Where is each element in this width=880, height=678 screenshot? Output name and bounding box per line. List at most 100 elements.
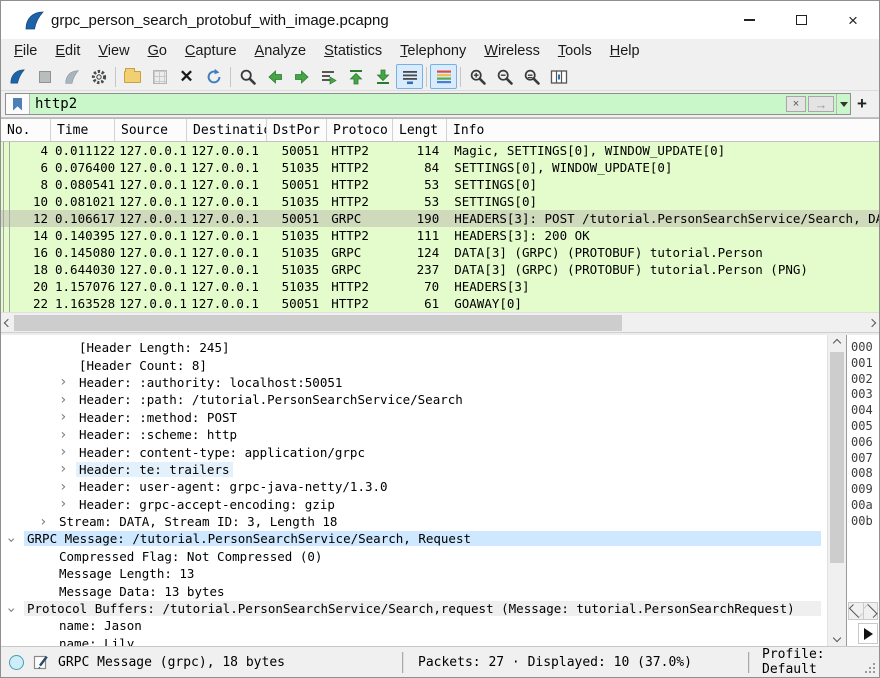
column-header-lengt[interactable]: Lengt xyxy=(393,119,447,141)
go-forward-button[interactable] xyxy=(288,64,315,89)
menu-file[interactable]: File xyxy=(5,39,46,63)
menu-capture[interactable]: Capture xyxy=(176,39,246,63)
detail-line[interactable]: ›Header: :authority: localhost:50051 xyxy=(1,374,827,391)
detail-line[interactable]: Compressed Flag: Not Compressed (0) xyxy=(1,548,827,565)
expert-info-icon[interactable] xyxy=(9,655,24,670)
menu-tools[interactable]: Tools xyxy=(549,39,601,63)
restart-capture-button[interactable] xyxy=(58,64,85,89)
packet-row-8[interactable]: 80.080541127.0.0.1127.0.0.150051HTTP253S… xyxy=(1,176,879,193)
chevron-down-icon[interactable]: › xyxy=(7,532,24,548)
maximize-button[interactable] xyxy=(775,1,827,39)
open-file-button[interactable] xyxy=(119,64,146,89)
start-capture-button[interactable] xyxy=(4,64,31,89)
zoom-out-button[interactable] xyxy=(491,64,518,89)
detail-line[interactable]: Message Length: 13 xyxy=(1,565,827,582)
column-header-protoco[interactable]: Protoco xyxy=(327,119,393,141)
detail-line[interactable]: ›Header: grpc-accept-encoding: gzip xyxy=(1,496,827,513)
chevron-right-icon[interactable]: › xyxy=(59,496,76,512)
menu-telephony[interactable]: Telephony xyxy=(391,39,475,63)
scroll-left-arrow[interactable] xyxy=(1,313,15,332)
packet-row-20[interactable]: 201.157076127.0.0.1127.0.0.151035HTTP270… xyxy=(1,278,879,295)
detail-line[interactable]: ›Header: user-agent: grpc-java-netty/1.3… xyxy=(1,478,827,495)
go-to-packet-button[interactable] xyxy=(315,64,342,89)
chevron-right-icon[interactable]: › xyxy=(59,392,76,408)
detail-line[interactable]: [Header Count: 8] xyxy=(1,356,827,373)
go-back-button[interactable] xyxy=(261,64,288,89)
capture-options-button[interactable] xyxy=(85,64,112,89)
menu-statistics[interactable]: Statistics xyxy=(315,39,391,63)
detail-line[interactable]: ›Protocol Buffers: /tutorial.PersonSearc… xyxy=(1,600,827,617)
chevron-right-icon[interactable]: › xyxy=(59,479,76,495)
column-header-destinatio[interactable]: Destinatio xyxy=(187,119,267,141)
column-header-time[interactable]: Time xyxy=(51,119,115,141)
auto-scroll-button[interactable] xyxy=(396,64,423,89)
menu-edit[interactable]: Edit xyxy=(46,39,89,63)
close-file-button[interactable]: ✕ xyxy=(173,64,200,89)
column-header-source[interactable]: Source xyxy=(115,119,187,141)
resize-columns-button[interactable] xyxy=(545,64,572,89)
hscroll-thumb[interactable] xyxy=(14,315,622,331)
detail-line[interactable]: ›Stream: DATA, Stream ID: 3, Length 18 xyxy=(1,513,827,530)
reload-file-button[interactable] xyxy=(200,64,227,89)
chevron-right-icon[interactable]: › xyxy=(59,444,76,460)
chevron-right-icon[interactable]: › xyxy=(59,427,76,443)
scroll-up-arrow[interactable] xyxy=(828,335,846,351)
detail-line[interactable]: ›GRPC Message: /tutorial.PersonSearchSer… xyxy=(1,530,827,547)
filter-clear-button[interactable]: × xyxy=(786,96,806,112)
column-header-info[interactable]: Info xyxy=(447,119,879,141)
resize-grip[interactable] xyxy=(869,667,871,669)
packet-row-18[interactable]: 180.644030127.0.0.1127.0.0.151035GRPC237… xyxy=(1,261,879,278)
packet-row-22[interactable]: 221.163528127.0.0.1127.0.0.150051HTTP261… xyxy=(1,295,879,312)
go-first-packet-button[interactable] xyxy=(342,64,369,89)
chevron-down-icon[interactable]: › xyxy=(7,602,24,618)
detail-line[interactable]: name: Lily xyxy=(1,635,827,646)
detail-line[interactable]: name: Jason xyxy=(1,617,827,634)
filter-dropdown-button[interactable] xyxy=(836,94,850,114)
detail-line[interactable]: ›Header: te: trailers xyxy=(1,461,827,478)
detail-line[interactable]: ›Header: :method: POST xyxy=(1,409,827,426)
display-filter-input[interactable] xyxy=(30,94,786,114)
detail-line[interactable]: Message Data: 13 bytes xyxy=(1,582,827,599)
stop-capture-button[interactable] xyxy=(31,64,58,89)
scroll-down-arrow[interactable] xyxy=(828,630,846,646)
chevron-right-icon[interactable]: › xyxy=(39,514,56,530)
chevron-right-icon[interactable]: › xyxy=(59,374,76,390)
column-header-no[interactable]: No. xyxy=(1,119,51,141)
chevron-right-icon[interactable]: › xyxy=(59,461,76,477)
details-vscrollbar[interactable] xyxy=(827,335,846,646)
find-packet-button[interactable] xyxy=(234,64,261,89)
packet-list-hscrollbar[interactable] xyxy=(1,312,879,332)
detail-line[interactable]: [Header Length: 245] xyxy=(1,339,827,356)
menu-view[interactable]: View xyxy=(89,39,138,63)
bytes-scroll-right-arrow[interactable] xyxy=(864,603,878,619)
bytes-hscrollbar[interactable] xyxy=(848,602,878,620)
go-last-packet-button[interactable] xyxy=(369,64,396,89)
add-filter-button[interactable]: + xyxy=(851,94,873,114)
minimize-button[interactable] xyxy=(723,1,775,39)
packet-row-12[interactable]: 120.106617127.0.0.1127.0.0.150051GRPC190… xyxy=(1,210,879,227)
detail-line[interactable]: ›Header: :scheme: http xyxy=(1,426,827,443)
filter-bookmark-button[interactable] xyxy=(6,94,30,114)
packet-row-4[interactable]: 40.011122127.0.0.1127.0.0.150051HTTP2114… xyxy=(1,142,879,159)
profile-label[interactable]: Profile: Default xyxy=(762,647,879,677)
packet-row-14[interactable]: 140.140395127.0.0.1127.0.0.151035HTTP211… xyxy=(1,227,879,244)
detail-line[interactable]: ›Header: :path: /tutorial.PersonSearchSe… xyxy=(1,391,827,408)
bytes-pane-expand-button[interactable] xyxy=(858,623,878,644)
vscroll-thumb[interactable] xyxy=(830,352,844,563)
filter-apply-button[interactable]: → xyxy=(808,96,834,112)
chevron-right-icon[interactable]: › xyxy=(59,409,76,425)
packet-row-6[interactable]: 60.076400127.0.0.1127.0.0.151035HTTP284S… xyxy=(1,159,879,176)
zoom-reset-button[interactable] xyxy=(518,64,545,89)
capture-comment-icon[interactable] xyxy=(33,654,49,670)
menu-wireless[interactable]: Wireless xyxy=(475,39,549,63)
detail-line[interactable]: ›Header: content-type: application/grpc xyxy=(1,443,827,460)
close-button[interactable]: × xyxy=(827,1,879,39)
menu-help[interactable]: Help xyxy=(601,39,649,63)
zoom-in-button[interactable] xyxy=(464,64,491,89)
scroll-right-arrow[interactable] xyxy=(865,313,879,332)
bytes-scroll-left-arrow[interactable] xyxy=(849,603,864,619)
packet-row-10[interactable]: 100.081021127.0.0.1127.0.0.151035HTTP253… xyxy=(1,193,879,210)
menu-go[interactable]: Go xyxy=(139,39,176,63)
column-header-dstpor[interactable]: DstPor xyxy=(267,119,327,141)
colorize-packets-button[interactable] xyxy=(430,64,457,89)
